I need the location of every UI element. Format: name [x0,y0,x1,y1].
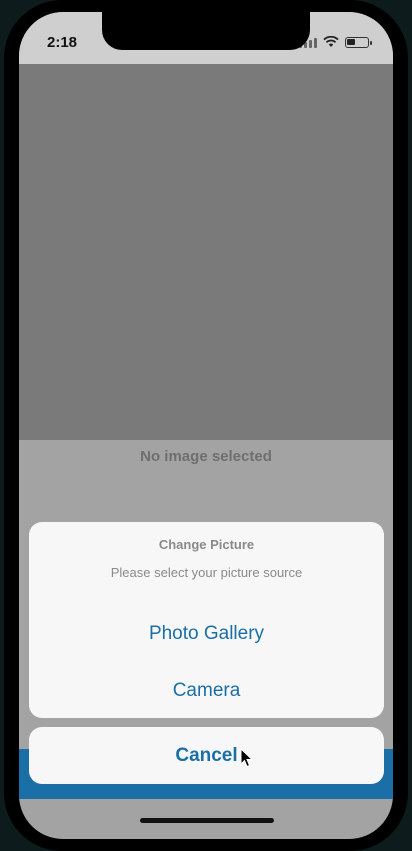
cancel-button[interactable]: Cancel [29,727,384,784]
action-sheet-title: Change Picture [158,537,255,552]
status-time: 2:18 [47,34,78,51]
notch [102,12,310,50]
status-icons [299,36,372,48]
no-image-label: No image selected [140,448,272,465]
image-preview [19,64,393,440]
photo-gallery-button[interactable]: Photo Gallery [29,623,384,645]
action-sheet-message: Please select your picture source [110,565,303,580]
phone-screen: 2:18 No image selected Change Picture Pl… [19,12,393,839]
battery-icon [345,36,372,48]
action-sheet: Change Picture Please select your pictur… [29,522,384,718]
camera-button[interactable]: Camera [29,680,384,702]
cursor-icon [240,748,254,768]
wifi-icon [323,36,339,47]
home-indicator [140,818,274,823]
